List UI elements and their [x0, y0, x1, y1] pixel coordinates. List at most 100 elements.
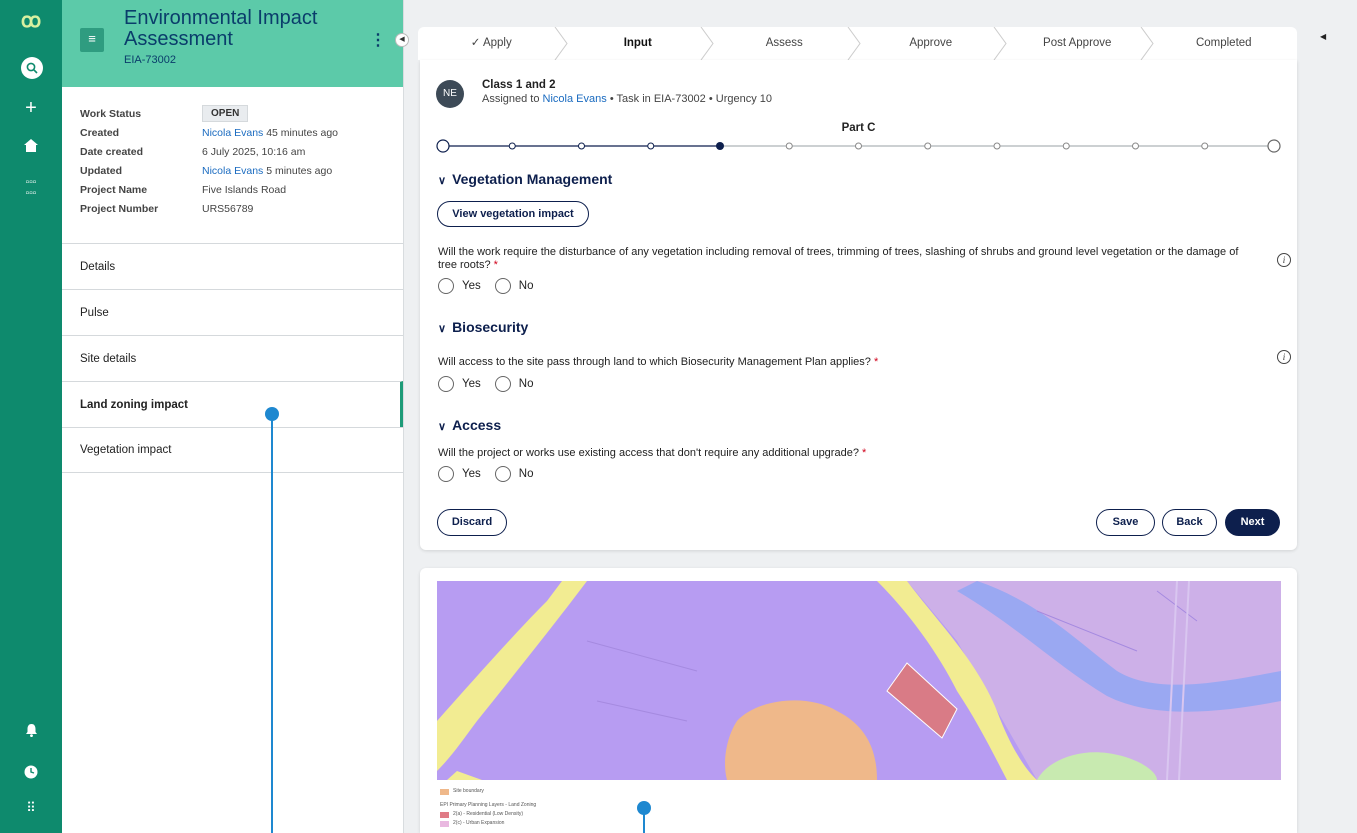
project-number-label: Project Number [80, 202, 159, 215]
date-created-label: Date created [80, 145, 144, 158]
map-card: Site boundary EPI Primary Planning Layer… [420, 568, 1297, 833]
biosecurity-no-radio[interactable] [494, 376, 511, 392]
annotation-marker [637, 801, 651, 815]
progress-step-1 [436, 139, 450, 153]
step-completed[interactable]: Completed [1151, 27, 1298, 60]
logo-icon[interactable]: ꝏ [0, 8, 62, 33]
created-label: Created [80, 126, 120, 139]
workflow-stepper: ✓ Apply Input Assess Approve Post Approv… [418, 27, 1297, 60]
progress-step-12 [1201, 142, 1209, 150]
progress-step-10 [1062, 142, 1070, 150]
chevron-down-icon: ∨ [438, 175, 447, 187]
work-item-panel: ≡ Environmental Impact Assessment EIA-73… [62, 0, 404, 833]
panel-id: EIA-73002 [124, 54, 176, 66]
access-question: Will the project or works use existing a… [438, 447, 867, 459]
date-created-value: 6 July 2025, 10:16 am [202, 145, 306, 158]
panel-nav: Details Pulse Site details Land zoning i… [62, 243, 403, 473]
biosecurity-yes-radio[interactable] [438, 376, 454, 392]
zoning-map[interactable] [437, 581, 1281, 780]
clock-icon[interactable] [0, 765, 62, 782]
step-approve[interactable]: Approve [858, 27, 1007, 60]
save-button[interactable]: Save [1096, 509, 1155, 536]
vegetation-question: Will the work require the disturbance of… [438, 246, 1239, 271]
progress-step-13 [1267, 139, 1281, 153]
collapse-right-panel-icon[interactable]: ◀ [1320, 32, 1326, 41]
chevron-down-icon: ∨ [438, 421, 447, 433]
step-apply[interactable]: ✓ Apply [418, 27, 568, 60]
task-subtitle: Assigned to Nicola Evans • Task in EIA-7… [482, 93, 773, 105]
plus-icon[interactable]: + [0, 98, 62, 118]
progress-step-11 [1132, 142, 1139, 150]
step-input[interactable]: Input [565, 27, 714, 60]
project-name-value: Five Islands Road [202, 183, 287, 196]
work-status-label: Work Status [80, 107, 142, 120]
updated-user-link[interactable]: Nicola Evans [202, 165, 263, 177]
access-radio-group: Yes No [438, 466, 547, 482]
info-icon[interactable]: i [1277, 253, 1291, 267]
project-name-label: Project Name [80, 183, 148, 196]
task-title: Class 1 and 2 [482, 79, 556, 91]
nav-item-pulse[interactable]: Pulse [62, 289, 403, 335]
created-ago: 45 minutes ago [266, 126, 339, 139]
menu-icon[interactable]: ≡ [80, 28, 104, 52]
vegetation-radio-group: Yes No [438, 278, 547, 294]
nav-item-details[interactable]: Details [62, 243, 403, 289]
progress-step-2 [508, 142, 516, 150]
step-assess[interactable]: Assess [711, 27, 861, 60]
residential-swatch [440, 811, 449, 818]
check-icon: ✓ [470, 37, 483, 49]
updated-label: Updated [80, 164, 122, 177]
progress-step-4 [647, 142, 655, 150]
section-biosecurity[interactable]: ∨ Biosecurity [438, 319, 528, 335]
access-yes-radio[interactable] [438, 466, 454, 482]
section-access[interactable]: ∨ Access [438, 417, 501, 433]
panel-title: Environmental Impact Assessment [124, 7, 318, 50]
nav-item-vegetation-impact[interactable]: Vegetation impact [62, 427, 403, 473]
collapse-panel-icon[interactable]: ◀ [395, 33, 409, 47]
annotation-marker-line [271, 413, 273, 833]
step-post-approve[interactable]: Post Approve [1004, 27, 1154, 60]
part-label: Part C [841, 122, 876, 134]
vegetation-no-radio[interactable] [494, 278, 511, 294]
access-no-radio[interactable] [494, 466, 511, 482]
vegetation-yes-radio[interactable] [438, 278, 454, 294]
progress-step-6 [785, 142, 793, 150]
project-number-value: URS56789 [202, 202, 254, 215]
progress-step-9 [993, 142, 1001, 150]
info-icon[interactable]: i [1277, 350, 1291, 364]
urban-expansion-swatch [440, 820, 449, 827]
status-badge: OPEN [202, 105, 249, 122]
panel-header: ≡ Environmental Impact Assessment EIA-73… [62, 0, 403, 87]
created-user-link[interactable]: Nicola Evans [202, 127, 263, 139]
avatar: NE [436, 80, 464, 108]
home-icon[interactable] [0, 139, 62, 155]
assignee-link[interactable]: Nicola Evans [543, 93, 607, 105]
annotation-marker [265, 407, 279, 421]
apps-icon[interactable]: ⠿ [0, 800, 62, 816]
biosecurity-radio-group: Yes No [438, 376, 547, 392]
map-legend: Site boundary EPI Primary Planning Layer… [440, 788, 537, 827]
nav-item-site-details[interactable]: Site details [62, 335, 403, 381]
work-meta: Work Status OPEN Created Nicola Evans 45… [80, 104, 338, 218]
nav-item-land-zoning-impact[interactable]: Land zoning impact [62, 381, 403, 427]
back-button[interactable]: Back [1162, 509, 1217, 536]
section-vegetation-management[interactable]: ∨ Vegetation Management [438, 171, 612, 187]
grid-icon[interactable]: ▫▫▫ ▫▫▫ [0, 177, 62, 199]
biosecurity-question: Will access to the site pass through lan… [438, 356, 879, 368]
app-rail: ꝏ + ▫▫▫ ▫▫▫ ⠿ [0, 0, 62, 833]
progress-step-7 [855, 142, 862, 150]
site-boundary-swatch [440, 788, 449, 795]
updated-ago: 5 minutes ago [266, 164, 333, 177]
chevron-down-icon: ∨ [438, 323, 447, 335]
next-button[interactable]: Next [1225, 509, 1280, 536]
search-icon[interactable] [21, 57, 43, 79]
progress-step-3 [578, 142, 585, 150]
view-vegetation-impact-button[interactable]: View vegetation impact [437, 201, 589, 227]
discard-button[interactable]: Discard [437, 509, 507, 536]
more-options-icon[interactable]: ⋮ [370, 30, 386, 50]
part-progress [436, 139, 1281, 153]
legend-layer-title: EPI Primary Planning Layers - Land Zonin… [440, 802, 537, 808]
progress-step-8 [924, 142, 932, 150]
bell-icon[interactable] [0, 723, 62, 740]
task-form-card: NE Class 1 and 2 Assigned to Nicola Evan… [420, 60, 1297, 550]
